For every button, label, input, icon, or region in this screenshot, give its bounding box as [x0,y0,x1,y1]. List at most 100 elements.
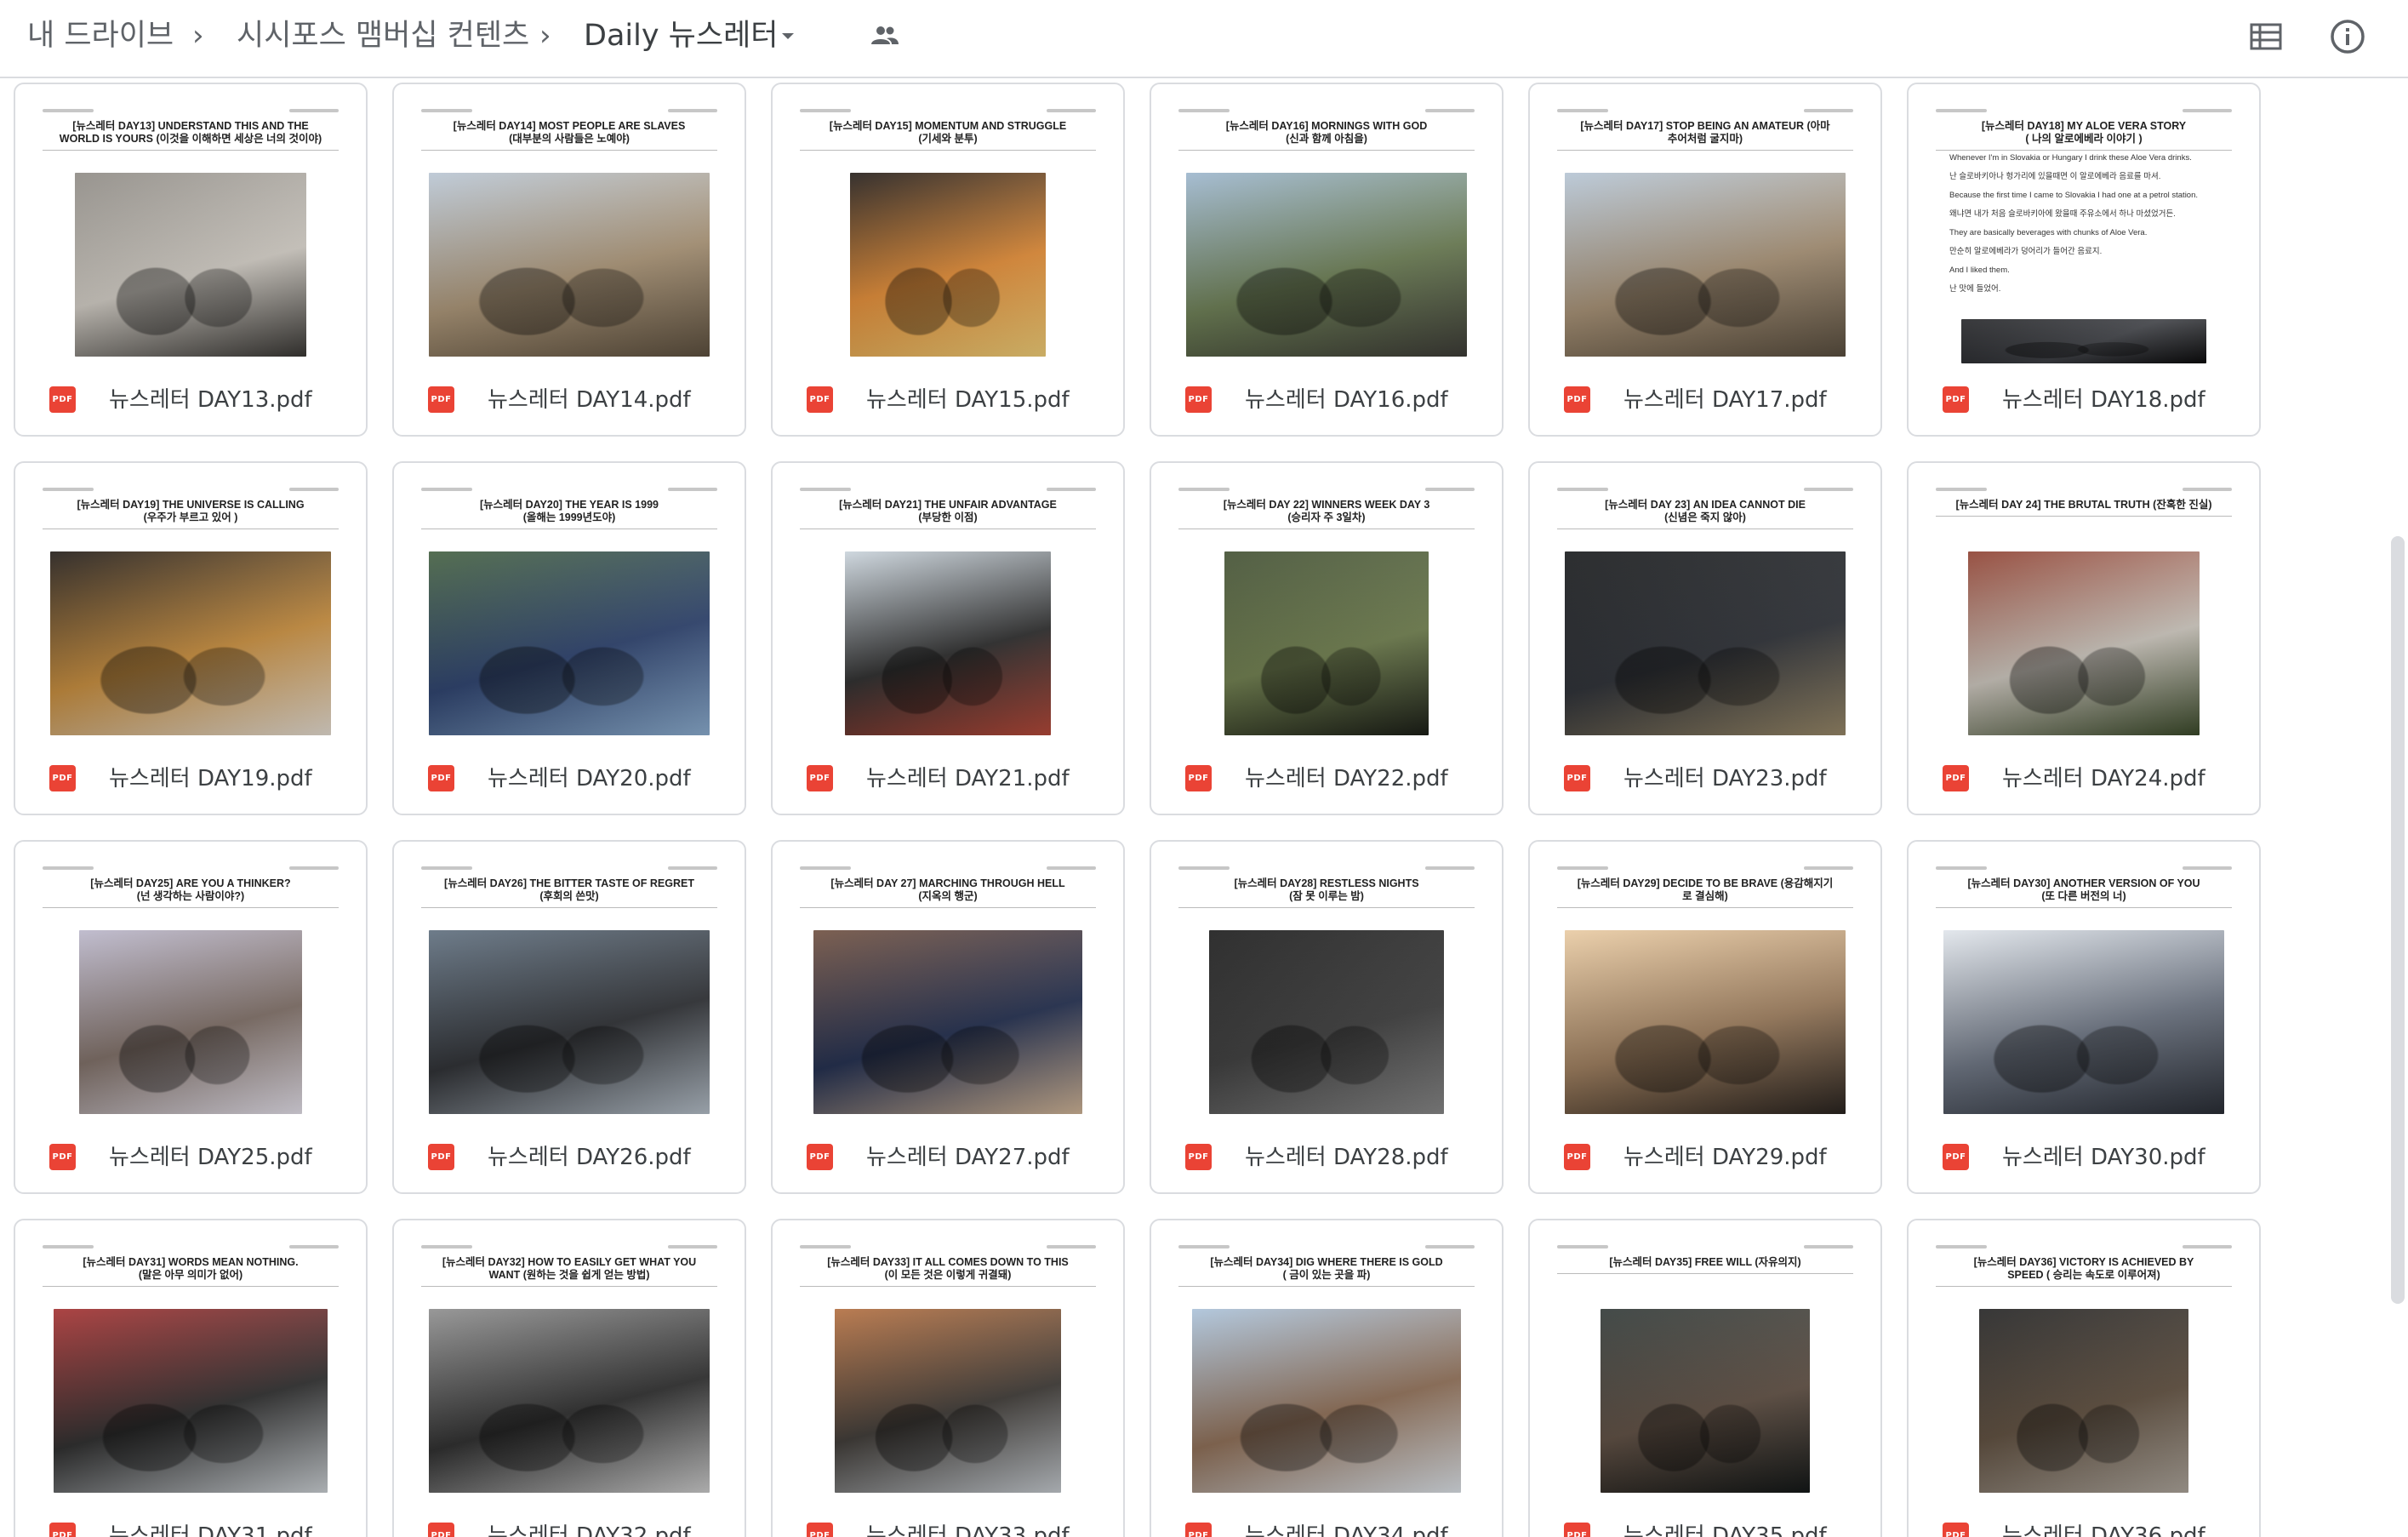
file-name-row[interactable]: PDF 뉴스레터 DAY26.pdf [394,1124,745,1192]
file-card[interactable]: [뉴스레터 DAY17] STOP BEING AN AMATEUR (아마 추… [1528,83,1882,437]
file-thumbnail: [뉴스레터 DAY36] VICTORY IS ACHIEVED BY SPEE… [1926,1227,2242,1500]
file-name-row[interactable]: PDF 뉴스레터 DAY15.pdf [773,367,1123,435]
file-card[interactable]: [뉴스레터 DAY20] THE YEAR IS 1999 (올해는 1999년… [392,461,746,815]
file-name-row[interactable]: PDF 뉴스레터 DAY30.pdf [1909,1124,2259,1192]
thumbnail-photo [850,173,1046,357]
file-card[interactable]: [뉴스레터 DAY 27] MARCHING THROUGH HELL (지옥의… [771,840,1125,1194]
file-card[interactable]: [뉴스레터 DAY28] RESTLESS NIGHTS (잠 못 이루는 밤)… [1150,840,1504,1194]
file-name-row[interactable]: PDF 뉴스레터 DAY33.pdf [773,1503,1123,1537]
breadcrumb-current-folder[interactable]: Daily 뉴스레터 [584,15,779,56]
header-line [800,866,851,870]
file-card[interactable]: [뉴스레터 DAY 24] THE BRUTAL TRUTH (잔혹한 진실) P… [1907,461,2261,815]
pdf-icon: PDF [1943,765,1969,791]
thumbnail-photo [79,930,302,1114]
file-name: 뉴스레터 DAY30.pdf [2002,1145,2205,1170]
header-line [668,1245,717,1248]
file-name-row[interactable]: PDF 뉴스레터 DAY21.pdf [773,746,1123,814]
file-thumbnail: [뉴스레터 DAY30] ANOTHER VERSION OF YOU (또 다… [1926,848,2242,1121]
header-line [2183,1245,2232,1248]
header-line [421,109,472,112]
breadcrumb-parent-folder[interactable]: 시시포스 맴버십 컨텐츠 [237,15,529,56]
thumbnail-page-header [800,485,1096,494]
thumbnail-photo [835,1309,1061,1493]
list-view-icon[interactable] [2250,22,2282,51]
file-name-row[interactable]: PDF 뉴스레터 DAY31.pdf [15,1503,366,1537]
file-name-row[interactable]: PDF 뉴스레터 DAY19.pdf [15,746,366,814]
file-name-row[interactable]: PDF 뉴스레터 DAY27.pdf [773,1124,1123,1192]
file-name-row[interactable]: PDF 뉴스레터 DAY14.pdf [394,367,745,435]
header-line [421,1245,472,1248]
thumbnail-title: [뉴스레터 DAY31] WORDS MEAN NOTHING. (말은 아무 … [43,1256,339,1287]
info-icon[interactable] [2330,19,2365,54]
thumbnail-photo [1192,1309,1461,1493]
header-line [43,1245,94,1248]
file-card[interactable]: [뉴스레터 DAY13] UNDERSTAND THIS AND THE WOR… [14,83,368,437]
header-line [1936,1245,1987,1248]
file-card[interactable]: [뉴스레터 DAY32] HOW TO EASILY GET WHAT YOU … [392,1219,746,1537]
file-name-row[interactable]: PDF 뉴스레터 DAY16.pdf [1151,367,1502,435]
file-card[interactable]: [뉴스레터 DAY25] ARE YOU A THINKER? (넌 생각하는 … [14,840,368,1194]
scrollbar-thumb[interactable] [2391,536,2405,1304]
thumbnail-page-header [421,1243,717,1251]
file-card[interactable]: [뉴스레터 DAY16] MORNINGS WITH GOD (신과 함께 아침… [1150,83,1504,437]
file-card[interactable]: [뉴스레터 DAY21] THE UNFAIR ADVANTAGE (부당한 이… [771,461,1125,815]
file-name: 뉴스레터 DAY35.pdf [1623,1523,1827,1537]
file-card[interactable]: [뉴스레터 DAY31] WORDS MEAN NOTHING. (말은 아무 … [14,1219,368,1537]
file-name-row[interactable]: PDF 뉴스레터 DAY22.pdf [1151,746,1502,814]
file-card[interactable]: [뉴스레터 DAY26] THE BITTER TASTE OF REGRET … [392,840,746,1194]
file-name-row[interactable]: PDF 뉴스레터 DAY23.pdf [1530,746,1880,814]
file-card[interactable]: [뉴스레터 DAY18] MY ALOE VERA STORY ( 나의 알로에… [1907,83,2261,437]
file-card[interactable]: [뉴스레터 DAY19] THE UNIVERSE IS CALLING (우주… [14,461,368,815]
file-name-row[interactable]: PDF 뉴스레터 DAY20.pdf [394,746,745,814]
file-thumbnail: [뉴스레터 DAY28] RESTLESS NIGHTS (잠 못 이루는 밤) [1168,848,1485,1121]
file-name-row[interactable]: PDF 뉴스레터 DAY13.pdf [15,367,366,435]
pdf-icon: PDF [1943,1523,1969,1537]
file-name: 뉴스레터 DAY19.pdf [109,766,312,791]
pdf-icon: PDF [1564,765,1590,791]
file-name-row[interactable]: PDF 뉴스레터 DAY17.pdf [1530,367,1880,435]
thumbnail-title: [뉴스레터 DAY 22] WINNERS WEEK DAY 3 (승리자 주 … [1178,499,1475,529]
chevron-right-icon: › [539,19,551,53]
file-card[interactable]: [뉴스레터 DAY35] FREE WILL (자유의지) PDF 뉴스레터 DAY… [1528,1219,1882,1537]
file-card[interactable]: [뉴스레터 DAY14] MOST PEOPLE ARE SLAVES (대부분… [392,83,746,437]
thumbnail-title: [뉴스레터 DAY29] DECIDE TO BE BRAVE (용감해지기 로… [1557,877,1853,908]
file-name-row[interactable]: PDF 뉴스레터 DAY28.pdf [1151,1124,1502,1192]
file-thumbnail: [뉴스레터 DAY13] UNDERSTAND THIS AND THE WOR… [32,91,349,363]
file-card[interactable]: [뉴스레터 DAY34] DIG WHERE THERE IS GOLD ( 금… [1150,1219,1504,1537]
file-card[interactable]: [뉴스레터 DAY30] ANOTHER VERSION OF YOU (또 다… [1907,840,2261,1194]
file-card[interactable]: [뉴스레터 DAY33] IT ALL COMES DOWN TO THIS (… [771,1219,1125,1537]
file-name-row[interactable]: PDF 뉴스레터 DAY32.pdf [394,1503,745,1537]
thumbnail-photo [429,551,710,735]
file-card[interactable]: [뉴스레터 DAY 23] AN IDEA CANNOT DIE (신념은 죽지… [1528,461,1882,815]
caret-down-icon[interactable] [778,26,798,46]
thumbnail-page-header [1936,485,2232,494]
breadcrumb-my-drive[interactable]: 내 드라이브 [27,15,174,56]
thumbnail-photo [1601,1309,1810,1493]
file-name-row[interactable]: PDF 뉴스레터 DAY29.pdf [1530,1124,1880,1192]
pdf-icon: PDF [1943,1144,1969,1170]
file-name: 뉴스레터 DAY36.pdf [2002,1523,2205,1537]
header-line [1178,1245,1230,1248]
file-name-row[interactable]: PDF 뉴스레터 DAY36.pdf [1909,1503,2259,1537]
body-line: 만순히 알로에베라가 덩어리가 들어간 음료지. [1949,247,2103,256]
file-thumbnail: [뉴스레터 DAY19] THE UNIVERSE IS CALLING (우주… [32,470,349,742]
file-thumbnail: [뉴스레터 DAY 22] WINNERS WEEK DAY 3 (승리자 주 … [1168,470,1485,742]
file-name-row[interactable]: PDF 뉴스레터 DAY25.pdf [15,1124,366,1192]
file-card[interactable]: [뉴스레터 DAY15] MOMENTUM AND STRUGGLE (기세와 … [771,83,1125,437]
header-line [1804,488,1853,491]
file-name-row[interactable]: PDF 뉴스레터 DAY24.pdf [1909,746,2259,814]
pdf-icon: PDF [1185,386,1212,413]
thumbnail-title: [뉴스레터 DAY32] HOW TO EASILY GET WHAT YOU … [421,1256,717,1287]
pdf-icon: PDF [1185,765,1212,791]
thumbnail-page-header [800,106,1096,115]
file-name: 뉴스레터 DAY21.pdf [866,766,1070,791]
thumbnail-photo [429,173,710,357]
file-name-row[interactable]: PDF 뉴스레터 DAY34.pdf [1151,1503,1502,1537]
file-card[interactable]: [뉴스레터 DAY36] VICTORY IS ACHIEVED BY SPEE… [1907,1219,2261,1537]
header-line [1936,488,1987,491]
file-card[interactable]: [뉴스레터 DAY 22] WINNERS WEEK DAY 3 (승리자 주 … [1150,461,1504,815]
file-name-row[interactable]: PDF 뉴스레터 DAY18.pdf [1909,367,2259,435]
file-card[interactable]: [뉴스레터 DAY29] DECIDE TO BE BRAVE (용감해지기 로… [1528,840,1882,1194]
file-name: 뉴스레터 DAY24.pdf [2002,766,2205,791]
file-name-row[interactable]: PDF 뉴스레터 DAY35.pdf [1530,1503,1880,1537]
